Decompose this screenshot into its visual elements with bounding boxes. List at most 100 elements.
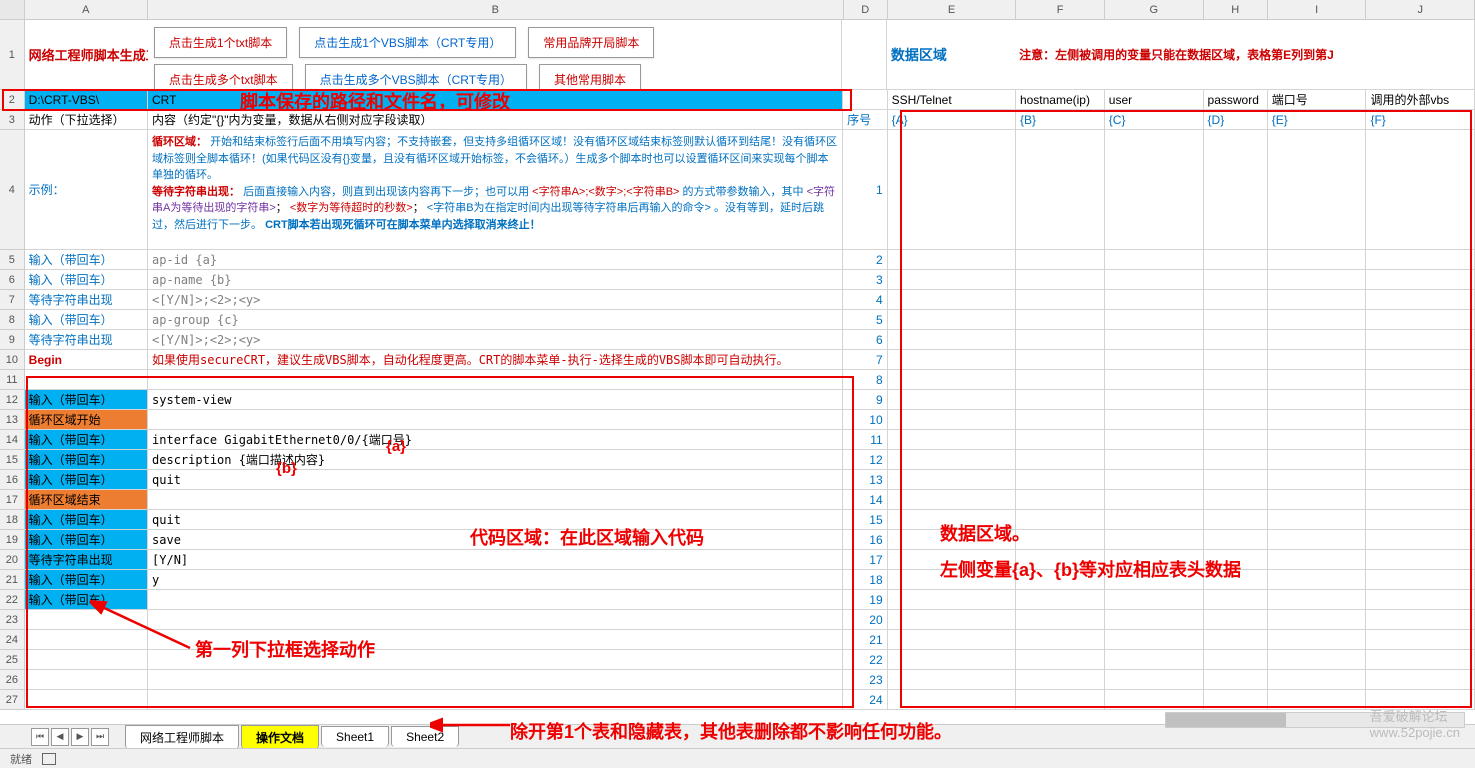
cell-G13[interactable]: [1105, 410, 1204, 430]
col-header-G[interactable]: G: [1105, 0, 1204, 19]
cell-J21[interactable]: [1366, 570, 1475, 590]
cell-D15[interactable]: 12: [843, 450, 887, 470]
row-header-18[interactable]: 18: [0, 510, 25, 530]
cell-B27[interactable]: [148, 690, 843, 710]
cell-E24[interactable]: [888, 630, 1016, 650]
cell-H1[interactable]: [1204, 20, 1268, 90]
cell-A16[interactable]: 输入（带回车）: [25, 470, 148, 490]
col-header-H[interactable]: H: [1204, 0, 1268, 19]
cell-H17[interactable]: [1204, 490, 1268, 510]
cell-D17[interactable]: 14: [843, 490, 887, 510]
cell-A26[interactable]: [25, 670, 148, 690]
cell-G6[interactable]: [1105, 270, 1204, 290]
cell-I3[interactable]: {E}: [1268, 110, 1367, 130]
tab-main-script[interactable]: 网络工程师脚本: [125, 725, 239, 749]
cell-A19[interactable]: 输入（带回车）: [25, 530, 148, 550]
col-header-A[interactable]: A: [25, 0, 148, 19]
cell-B20[interactable]: [Y/N]: [148, 550, 843, 570]
cell-I12[interactable]: [1268, 390, 1367, 410]
cell-J24[interactable]: [1366, 630, 1475, 650]
cell-I14[interactable]: [1268, 430, 1367, 450]
cell-I24[interactable]: [1268, 630, 1367, 650]
row-header-15[interactable]: 15: [0, 450, 25, 470]
cell-A24[interactable]: [25, 630, 148, 650]
cell-B26[interactable]: [148, 670, 843, 690]
cell-I23[interactable]: [1268, 610, 1367, 630]
cell-J15[interactable]: [1366, 450, 1475, 470]
cell-G12[interactable]: [1105, 390, 1204, 410]
cell-G7[interactable]: [1105, 290, 1204, 310]
cell-E10[interactable]: [888, 350, 1016, 370]
cell-B22[interactable]: [148, 590, 843, 610]
cell-G26[interactable]: [1105, 670, 1204, 690]
col-header-F[interactable]: F: [1016, 0, 1105, 19]
cell-J2-header[interactable]: 调用的外部vbs: [1366, 90, 1475, 110]
cell-F14[interactable]: [1016, 430, 1105, 450]
cell-J9[interactable]: [1366, 330, 1475, 350]
cell-I2-header[interactable]: 端口号: [1268, 90, 1367, 110]
cell-I1[interactable]: [1268, 20, 1367, 90]
row-header-16[interactable]: 16: [0, 470, 25, 490]
cell-I26[interactable]: [1268, 670, 1367, 690]
cell-A20[interactable]: 等待字符串出现: [25, 550, 148, 570]
cell-E1[interactable]: 数据区域: [887, 20, 1015, 90]
cell-E13[interactable]: [888, 410, 1016, 430]
cell-G10[interactable]: [1105, 350, 1204, 370]
cell-E15[interactable]: [888, 450, 1016, 470]
cell-G15[interactable]: [1105, 450, 1204, 470]
cell-J13[interactable]: [1366, 410, 1475, 430]
cell-E12[interactable]: [888, 390, 1016, 410]
cell-I13[interactable]: [1268, 410, 1367, 430]
cell-F8[interactable]: [1016, 310, 1105, 330]
cell-B8[interactable]: ap-group {c}: [148, 310, 843, 330]
cell-J19[interactable]: [1366, 530, 1475, 550]
cell-B10[interactable]: 如果使用secureCRT，建议生成VBS脚本，自动化程度更高。CRT的脚本菜单…: [148, 350, 843, 370]
cell-J8[interactable]: [1366, 310, 1475, 330]
cell-A13[interactable]: 循环区域开始: [25, 410, 148, 430]
cell-J23[interactable]: [1366, 610, 1475, 630]
cell-F3[interactable]: {B}: [1016, 110, 1105, 130]
btn-gen-1-txt[interactable]: 点击生成1个txt脚本: [154, 27, 287, 58]
cell-I9[interactable]: [1268, 330, 1367, 350]
cell-F23[interactable]: [1016, 610, 1105, 630]
cell-J6[interactable]: [1366, 270, 1475, 290]
cell-F4[interactable]: [1016, 130, 1105, 250]
cell-B9[interactable]: <[Y/N]>;<2>;<y>: [148, 330, 843, 350]
cell-D26[interactable]: 23: [843, 670, 887, 690]
cell-D16[interactable]: 13: [843, 470, 887, 490]
cell-D23[interactable]: 20: [843, 610, 887, 630]
row-header-22[interactable]: 22: [0, 590, 25, 610]
row-header-19[interactable]: 19: [0, 530, 25, 550]
cell-I10[interactable]: [1268, 350, 1367, 370]
cell-H11[interactable]: [1204, 370, 1268, 390]
cell-B4-example[interactable]: 循环区域： 开始和结束标签行后面不用填写内容；不支持嵌套，但支持多组循环区域！没…: [148, 130, 843, 250]
cell-B17[interactable]: [148, 490, 843, 510]
cell-I11[interactable]: [1268, 370, 1367, 390]
cell-H25[interactable]: [1204, 650, 1268, 670]
cell-J5[interactable]: [1366, 250, 1475, 270]
btn-brand-scripts[interactable]: 常用品牌开局脚本: [528, 27, 654, 58]
hscroll-thumb[interactable]: [1166, 713, 1286, 727]
cell-F1[interactable]: 注意：左侧被调用的变量只能在数据区域，表格第E列到第J: [1015, 20, 1105, 90]
cell-A14[interactable]: 输入（带回车）: [25, 430, 148, 450]
cell-A6[interactable]: 输入（带回车）: [25, 270, 148, 290]
cell-G2-header[interactable]: user: [1105, 90, 1204, 110]
row-header-11[interactable]: 11: [0, 370, 25, 390]
cell-E14[interactable]: [888, 430, 1016, 450]
cell-F26[interactable]: [1016, 670, 1105, 690]
cell-A7[interactable]: 等待字符串出现: [25, 290, 148, 310]
cell-A17[interactable]: 循环区域结束: [25, 490, 148, 510]
cell-I16[interactable]: [1268, 470, 1367, 490]
row-header-9[interactable]: 9: [0, 330, 25, 350]
cell-J4[interactable]: [1366, 130, 1475, 250]
cell-A1[interactable]: 网络工程师脚本生成工具V1.6 code by ZYJ: [25, 20, 148, 90]
cell-B7[interactable]: <[Y/N]>;<2>;<y>: [148, 290, 843, 310]
cell-F7[interactable]: [1016, 290, 1105, 310]
row-header-3[interactable]: 3: [0, 110, 25, 130]
cell-H6[interactable]: [1204, 270, 1268, 290]
btn-other-scripts[interactable]: 其他常用脚本: [539, 64, 641, 90]
row-header-25[interactable]: 25: [0, 650, 25, 670]
cell-H26[interactable]: [1204, 670, 1268, 690]
col-header-J[interactable]: J: [1366, 0, 1475, 19]
cell-B5[interactable]: ap-id {a}: [148, 250, 843, 270]
